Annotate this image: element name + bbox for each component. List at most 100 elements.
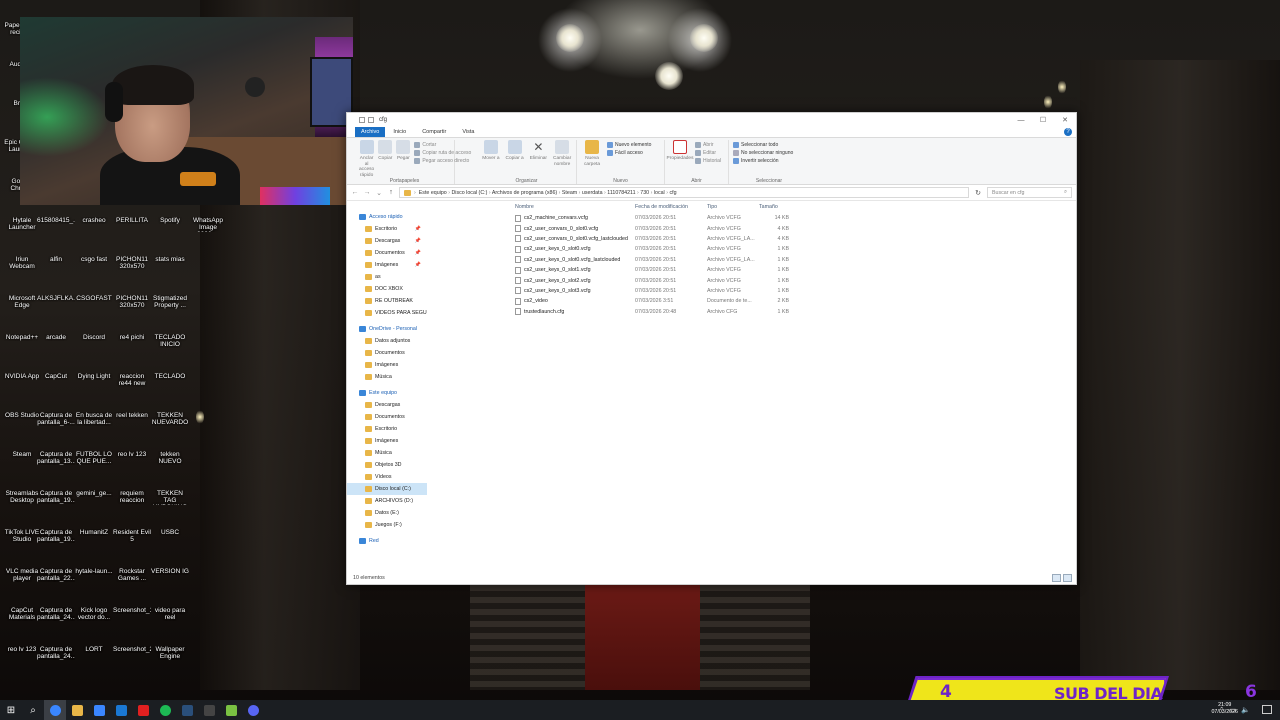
file-row[interactable]: cs2_user_keys_0_slot2.vcfg 07/03/2026 20:…	[433, 275, 1076, 285]
file-row[interactable]: cs2_user_convars_0_slot0.vcfg_lastcloude…	[433, 234, 1076, 244]
desktop-icon[interactable]: VLC media player	[3, 552, 41, 582]
breadcrumb-item[interactable]: 1110784211	[607, 190, 635, 196]
nav-item[interactable]: Red	[347, 535, 427, 547]
window-titlebar[interactable]: cfg — ☐ ✕	[347, 113, 1076, 127]
tab-compartir[interactable]: Compartir	[414, 127, 454, 137]
nav-item[interactable]: Descargas	[347, 399, 427, 411]
forward-arrow-icon[interactable]: →	[363, 189, 371, 196]
start-icon[interactable]: ⊞	[0, 700, 22, 720]
desktop-icon[interactable]: VERSION IG	[151, 552, 189, 575]
quick-access-properties-icon[interactable]	[359, 117, 365, 123]
steam-icon[interactable]	[176, 700, 198, 720]
tab-vista[interactable]: Vista	[454, 127, 482, 137]
nav-item[interactable]: Música	[347, 447, 427, 459]
tab-archivo[interactable]: Archivo	[355, 127, 386, 137]
desktop-icon[interactable]: reo lv 123	[113, 435, 151, 458]
desktop-icon[interactable]: re4 pichi	[113, 318, 151, 341]
notification-icon[interactable]	[1262, 705, 1272, 714]
nav-item[interactable]: Este equipo	[347, 387, 427, 399]
address-bar[interactable]: › Este equipo › Disco local (C:) › Archi…	[399, 187, 969, 198]
file-row[interactable]: cs2_user_keys_0_slot1.vcfg 07/03/2026 20:…	[433, 265, 1076, 275]
nav-item[interactable]: Disco local (C:)	[347, 483, 427, 495]
desktop-icon[interactable]: CapCut Materials	[3, 591, 41, 621]
desktop-icon[interactable]: Captura de pantalla_19...	[37, 474, 75, 504]
nav-item[interactable]: Descargas 📌	[347, 235, 427, 247]
nav-item[interactable]: RE OUTBREAK	[347, 295, 427, 307]
nav-item[interactable]: Datos adjuntos	[347, 335, 427, 347]
nav-item[interactable]: Acceso rápido	[347, 211, 427, 223]
desktop-icon[interactable]: Screenshot_2	[113, 630, 151, 653]
desktop-icon[interactable]: Discord	[75, 318, 113, 341]
desktop-icon[interactable]: TikTok LIVE Studio	[3, 513, 41, 543]
column-header-size[interactable]: Tamaño	[759, 204, 789, 210]
desktop-icon[interactable]: Streamlabs Desktop	[3, 474, 41, 504]
discord-icon[interactable]	[242, 700, 264, 720]
minimize-button[interactable]: —	[1010, 113, 1032, 127]
recent-locations-icon[interactable]: ⌄	[375, 189, 383, 197]
cut-button[interactable]: Cortar	[414, 142, 471, 148]
desktop-icon[interactable]: CapCut	[37, 357, 75, 380]
nav-item[interactable]: VIDEOS PARA SEGU	[347, 307, 427, 319]
nav-item[interactable]: Documentos	[347, 347, 427, 359]
desktop-icon[interactable]: PICHON11 320x570	[113, 279, 151, 309]
file-explorer-icon[interactable]	[66, 700, 88, 720]
desktop-icon[interactable]: arcade	[37, 318, 75, 341]
desktop-icon[interactable]: CSGOFAST	[75, 279, 113, 302]
desktop-icon[interactable]: Steam	[3, 435, 41, 458]
column-header-type[interactable]: Tipo	[707, 204, 759, 210]
file-row[interactable]: cs2_machine_convars.vcfg 07/03/2026 20:51…	[433, 213, 1076, 223]
file-row[interactable]: cs2_user_convars_0_slot0.vcfg 07/03/2026 …	[433, 223, 1076, 233]
spotify-icon[interactable]	[154, 700, 176, 720]
breadcrumb-item[interactable]: cfg	[669, 190, 676, 196]
nav-item[interactable]: Imágenes	[347, 435, 427, 447]
nav-item[interactable]: DOC XBOX	[347, 283, 427, 295]
mail-icon[interactable]	[110, 700, 132, 720]
desktop-icon[interactable]: reel tekken	[113, 396, 151, 419]
desktop-icon[interactable]: alfin	[37, 240, 75, 263]
file-row[interactable]: cs2_user_keys_0_slot0.vcfg_lastclouded 07…	[433, 255, 1076, 265]
desktop-icon[interactable]: WhatsApp Image 2026-...	[189, 201, 227, 232]
desktop-icon[interactable]: FUTBOL LO QUE PUE...	[75, 435, 113, 465]
quick-access-new-folder-icon[interactable]	[368, 117, 374, 123]
desktop-icon[interactable]: Wallpaper Engine	[151, 630, 189, 660]
desktop-icon[interactable]: ALKSJFLKA...	[37, 279, 75, 302]
taskbar-clock[interactable]: 21:09 07/03/2026	[1211, 702, 1238, 716]
desktop-icon[interactable]: Hytale Launcher	[3, 201, 41, 231]
file-row[interactable]: cs2_user_keys_0_slot3.vcfg 07/03/2026 20:…	[433, 286, 1076, 296]
nav-item[interactable]: Documentos	[347, 411, 427, 423]
nav-item[interactable]: Documentos 📌	[347, 247, 427, 259]
desktop-icon[interactable]: Microsoft Edge	[3, 279, 41, 309]
breadcrumb-item[interactable]: userdata	[582, 190, 603, 196]
nav-item[interactable]: Objetos 3D	[347, 459, 427, 471]
nav-item[interactable]: Imágenes	[347, 359, 427, 371]
desktop-icon[interactable]: reaccion re44 new	[113, 357, 151, 387]
desktop-icon[interactable]: Screenshot_1	[113, 591, 151, 614]
desktop-icon[interactable]: Kick logo vector do...	[75, 591, 113, 621]
desktop-icon[interactable]: PICHON11 320x570	[113, 240, 151, 270]
desktop-icon[interactable]: Captura de pantalla_13...	[37, 435, 75, 465]
desktop-icon[interactable]: Captura de pantalla_24...	[37, 630, 75, 660]
breadcrumb-item[interactable]: Este equipo	[419, 190, 447, 196]
nav-item[interactable]: as	[347, 271, 427, 283]
desktop-icon[interactable]: TEKKEN NUEVARDO	[151, 396, 189, 426]
breadcrumb-item[interactable]: local	[654, 190, 665, 196]
nav-item[interactable]: Escritorio 📌	[347, 223, 427, 235]
copy-path-button[interactable]: Copiar ruta de acceso	[414, 150, 471, 156]
new-item-button[interactable]: Nuevo elemento	[607, 142, 651, 148]
nav-item[interactable]: Escritorio	[347, 423, 427, 435]
breadcrumb-item[interactable]: Steam	[562, 190, 577, 196]
large-icons-view-icon[interactable]	[1063, 574, 1072, 582]
desktop-icon[interactable]: video para reel	[151, 591, 189, 621]
desktop-icon[interactable]: Stigmatized Property ...	[151, 279, 189, 309]
invert-selection-button[interactable]: Invertir selección	[733, 158, 793, 164]
desktop-icon[interactable]: reo lv 123	[3, 630, 41, 653]
desktop-icon[interactable]: Captura de pantalla_22...	[37, 552, 75, 582]
help-icon[interactable]: ?	[1064, 128, 1072, 136]
breadcrumb-item[interactable]: Archivos de programa (x86)	[492, 190, 557, 196]
up-arrow-icon[interactable]: ↑	[387, 189, 395, 196]
youtube-icon[interactable]	[132, 700, 154, 720]
nav-item[interactable]: Vídeos	[347, 471, 427, 483]
nav-item[interactable]: OneDrive - Personal	[347, 323, 427, 335]
desktop-icon[interactable]: Notepad++	[3, 318, 41, 341]
breadcrumb-item[interactable]: 730	[640, 190, 649, 196]
